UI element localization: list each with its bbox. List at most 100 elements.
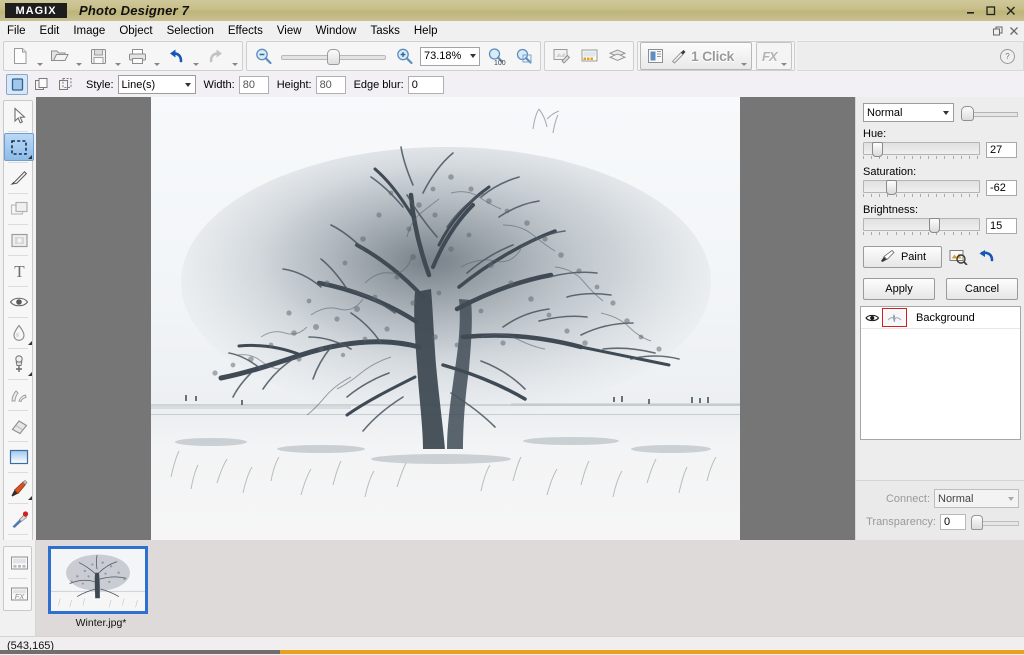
eye-visibility-icon[interactable]: [864, 313, 881, 323]
fx-button[interactable]: FX: [756, 42, 792, 70]
canvas-area[interactable]: [36, 97, 855, 540]
tool-lasso[interactable]: [4, 164, 34, 192]
tool-pointer[interactable]: [4, 102, 34, 130]
tool-blur-drop[interactable]: [4, 319, 34, 347]
preview-compare-button[interactable]: [946, 246, 970, 268]
one-click-dropdown[interactable]: [738, 42, 749, 71]
menu-view[interactable]: View: [270, 23, 309, 39]
menu-object[interactable]: Object: [112, 23, 159, 39]
minimize-button[interactable]: [960, 2, 980, 19]
tool-text[interactable]: T: [4, 257, 34, 285]
brightness-value-input[interactable]: 15: [986, 218, 1017, 234]
selection-new-button[interactable]: [6, 74, 28, 95]
chevron-down-icon[interactable]: [1004, 497, 1018, 501]
tool-eraser[interactable]: [4, 412, 34, 440]
save-dropdown[interactable]: [112, 42, 123, 71]
tool-rectangle-select[interactable]: [4, 133, 34, 161]
tool-red-eye[interactable]: [4, 288, 34, 316]
undo-dropdown[interactable]: [190, 42, 201, 71]
print-button[interactable]: [123, 43, 151, 69]
new-document-dropdown[interactable]: [34, 42, 45, 71]
chevron-down-icon[interactable]: [466, 54, 479, 58]
transparency-slider-knob[interactable]: [971, 515, 983, 530]
layers-button[interactable]: [603, 43, 631, 69]
tool-transform[interactable]: [4, 226, 34, 254]
width-input[interactable]: 80: [239, 76, 269, 94]
hue-value-input[interactable]: 27: [986, 142, 1017, 158]
menu-help[interactable]: Help: [407, 23, 445, 39]
redo-dropdown[interactable]: [229, 42, 240, 71]
opacity-slider-knob[interactable]: [961, 106, 974, 121]
reset-button[interactable]: [974, 246, 998, 268]
help-circle-icon[interactable]: ?: [1000, 49, 1015, 64]
zoom-level-combo[interactable]: 73.18%: [420, 47, 480, 66]
zoom-in-button[interactable]: [390, 43, 418, 69]
paint-button[interactable]: Paint: [863, 246, 942, 268]
filmstrip-item[interactable]: Winter.jpg*: [48, 546, 152, 629]
menu-selection[interactable]: Selection: [160, 23, 221, 39]
tool-clone-stamp[interactable]: [4, 350, 34, 378]
menu-file[interactable]: File: [0, 23, 33, 39]
blend-mode-combo[interactable]: Normal: [863, 103, 954, 122]
maximize-button[interactable]: [980, 2, 1000, 19]
edge-blur-input[interactable]: 0: [408, 76, 444, 94]
zoom-slider[interactable]: [281, 46, 386, 66]
chevron-down-icon[interactable]: [181, 83, 195, 87]
mdi-close-icon[interactable]: [1007, 24, 1020, 37]
redo-button[interactable]: [201, 43, 229, 69]
zoom-slider-knob[interactable]: [327, 49, 340, 65]
layer-row[interactable]: Background: [861, 307, 1020, 329]
tool-eyedropper[interactable]: [4, 505, 34, 533]
menu-tasks[interactable]: Tasks: [363, 23, 406, 39]
print-dropdown[interactable]: [151, 42, 162, 71]
saturation-value-input[interactable]: -62: [986, 180, 1017, 196]
image-canvas[interactable]: [151, 97, 740, 540]
mdi-restore-icon[interactable]: [991, 24, 1004, 37]
undo-button[interactable]: [162, 43, 190, 69]
one-click-button[interactable]: 1 Click: [640, 42, 752, 70]
open-file-button[interactable]: [45, 43, 73, 69]
tool-expand-corner[interactable]: [28, 155, 32, 159]
tool-filmstrip-panel[interactable]: [4, 549, 34, 577]
cancel-button[interactable]: Cancel: [946, 278, 1018, 300]
chevron-down-icon[interactable]: [939, 111, 953, 115]
open-file-dropdown[interactable]: [73, 42, 84, 71]
brightness-slider-thumb[interactable]: [929, 218, 940, 233]
opacity-slider[interactable]: [961, 105, 1018, 121]
saturation-slider[interactable]: [863, 180, 978, 198]
tool-fx-panel[interactable]: FX: [4, 580, 34, 608]
tool-crop[interactable]: [4, 195, 34, 223]
height-input[interactable]: 80: [316, 76, 346, 94]
selection-subtract-button[interactable]: [54, 74, 76, 95]
saturation-slider-thumb[interactable]: [886, 180, 897, 195]
menu-edit[interactable]: Edit: [33, 23, 67, 39]
menu-image[interactable]: Image: [66, 23, 112, 39]
style-combo[interactable]: Line(s): [118, 75, 196, 94]
close-button[interactable]: [1000, 2, 1020, 19]
tool-retouch[interactable]: [4, 381, 34, 409]
tool-gradient[interactable]: [4, 443, 34, 471]
slideshow-button[interactable]: [575, 43, 603, 69]
zoom-fit-button[interactable]: [510, 43, 538, 69]
apply-button[interactable]: Apply: [863, 278, 935, 300]
fx-dropdown[interactable]: [779, 42, 790, 71]
transparency-slider[interactable]: [971, 514, 1019, 530]
tool-paintbrush[interactable]: [4, 474, 34, 502]
tool-expand-corner[interactable]: [28, 372, 32, 376]
new-document-button[interactable]: [6, 43, 34, 69]
tool-expand-corner[interactable]: [28, 496, 32, 500]
selection-add-button[interactable]: [30, 74, 52, 95]
layer-thumbnail[interactable]: [882, 308, 907, 327]
brightness-slider[interactable]: [863, 218, 978, 236]
file-thumbnail[interactable]: [48, 546, 148, 614]
effects-brush-button[interactable]: [547, 43, 575, 69]
tool-expand-corner[interactable]: [28, 341, 32, 345]
transparency-input[interactable]: 0: [940, 514, 966, 530]
zoom-out-button[interactable]: [249, 43, 277, 69]
menu-effects[interactable]: Effects: [221, 23, 270, 39]
zoom-100-button[interactable]: 100: [482, 43, 510, 69]
connect-combo[interactable]: Normal: [934, 489, 1019, 508]
save-button[interactable]: [84, 43, 112, 69]
menu-window[interactable]: Window: [309, 23, 364, 39]
layer-list[interactable]: Background: [860, 306, 1021, 440]
